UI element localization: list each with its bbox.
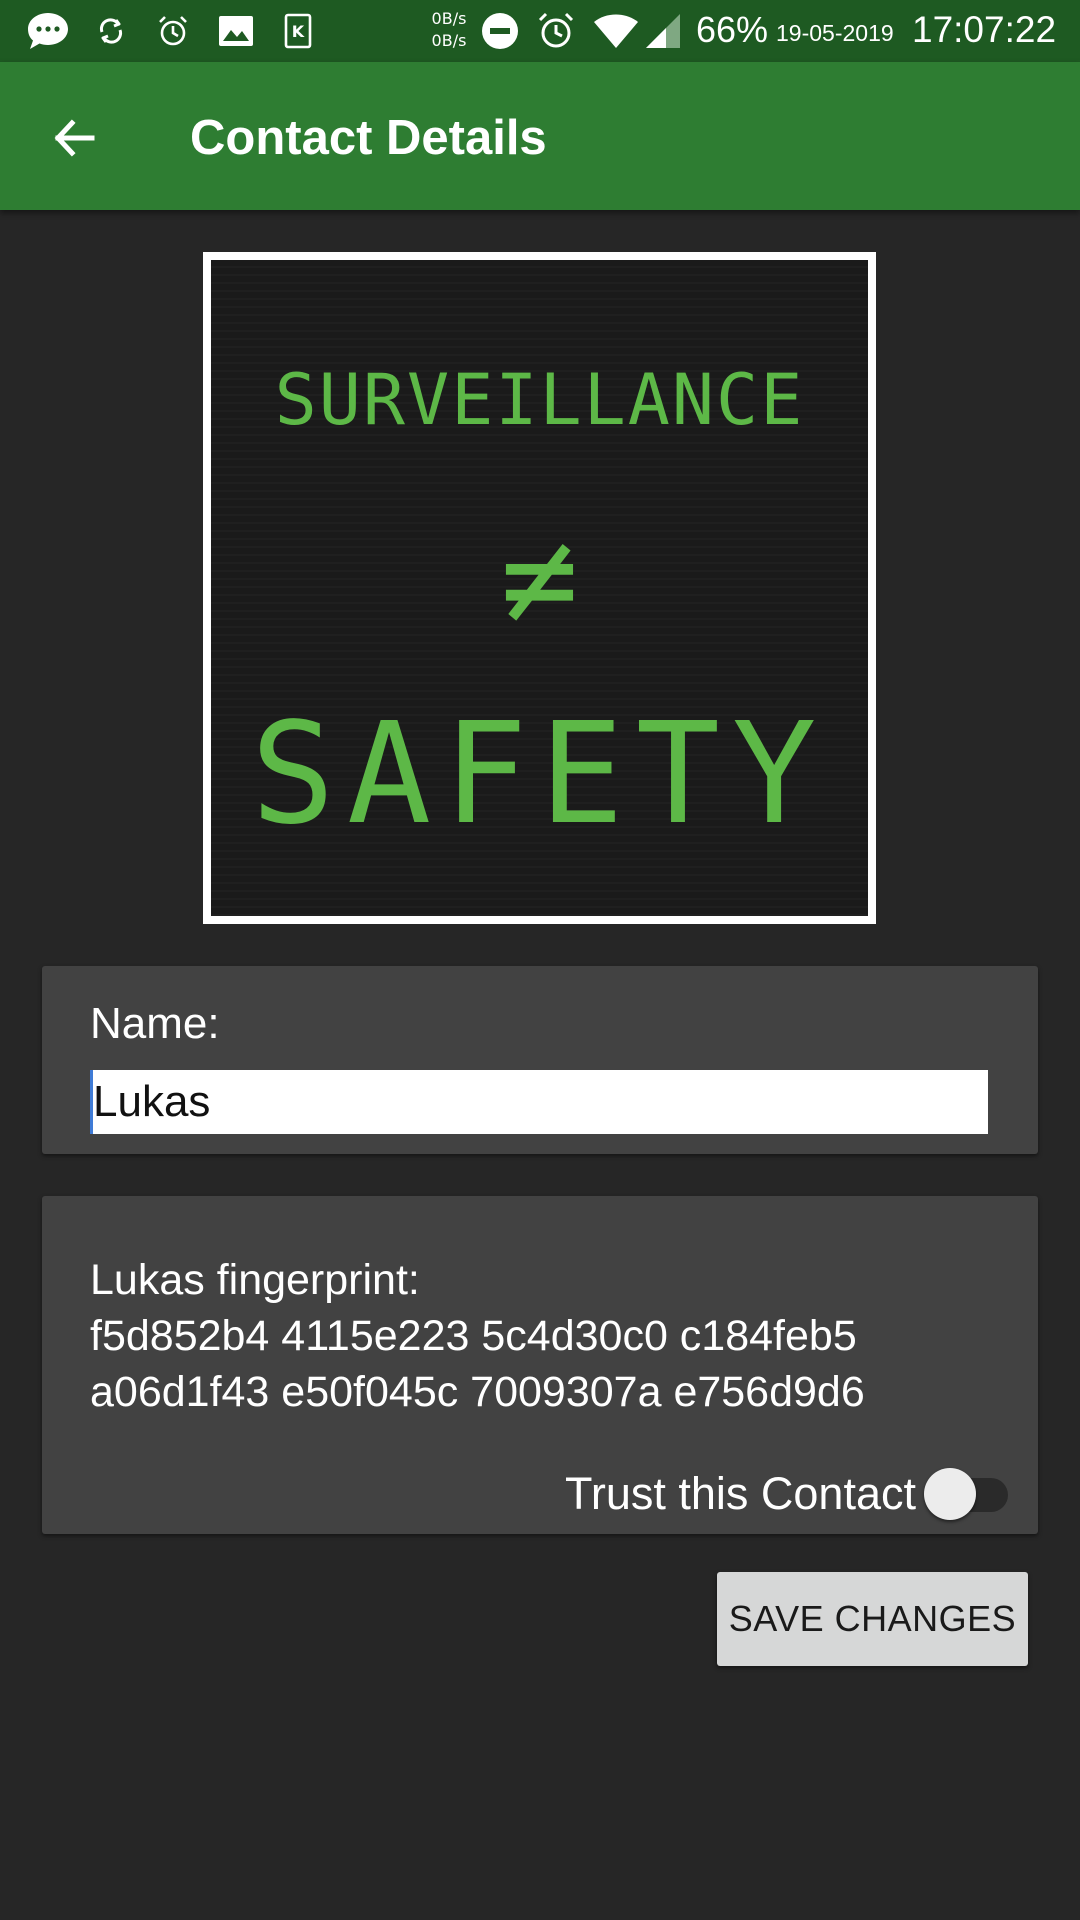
arrow-back-icon [54, 119, 95, 157]
name-card: Name: [42, 966, 1038, 1154]
avatar-image: SURVEILLANCE ≠ SAFETY [211, 260, 868, 916]
sync-icon [96, 16, 126, 46]
fingerprint-line-2: a06d1f43 e50f045c 7009307a e756d9d6 [90, 1368, 865, 1416]
app-bar: Contact Details [0, 62, 1080, 210]
network-speed: 0B/s 0B/s [425, 8, 473, 52]
fingerprint-label: Lukas fingerprint: [90, 1256, 420, 1304]
image-icon [218, 15, 254, 47]
signal-icon [644, 12, 682, 50]
svg-text:K: K [292, 22, 305, 41]
fingerprint-card: Lukas fingerprint: f5d852b4 4115e223 5c4d… [42, 1196, 1038, 1534]
name-input[interactable] [90, 1070, 988, 1134]
network-up-speed: 0B/s [431, 9, 467, 28]
contact-avatar[interactable]: SURVEILLANCE ≠ SAFETY [203, 252, 876, 924]
fingerprint-line-1: f5d852b4 4115e223 5c4d30c0 c184feb5 [90, 1312, 857, 1360]
avatar-text-line1: SURVEILLANCE [274, 359, 805, 441]
network-down-speed: 0B/s [431, 31, 467, 50]
avatar-text-line3: SAFETY [250, 693, 829, 856]
wifi-icon [592, 12, 640, 50]
status-bar: K 0B/s 0B/s 66% 19-05-2019 17:07:22 [0, 0, 1080, 62]
save-changes-button[interactable]: SAVE CHANGES [717, 1572, 1028, 1666]
chat-bubble-icon [26, 11, 70, 51]
status-time: 17:07:22 [912, 9, 1057, 50]
do-not-disturb-icon [480, 11, 520, 51]
page-title: Contact Details [190, 111, 547, 165]
trust-contact-label: Trust this Contact [565, 1468, 916, 1519]
alarm-icon [156, 14, 190, 48]
back-button[interactable] [34, 98, 114, 178]
status-date: 19-05-2019 [776, 20, 894, 46]
toggle-thumb [924, 1468, 976, 1520]
trust-row: Trust this Contact [565, 1466, 1008, 1522]
name-label: Name: [90, 999, 220, 1048]
battery-level: 66% [696, 9, 769, 50]
trust-contact-toggle[interactable] [924, 1466, 1008, 1522]
alarm-icon [536, 11, 576, 51]
k-app-icon: K [284, 13, 312, 49]
avatar-text-line2: ≠ [500, 502, 579, 654]
fingerprint-text: Lukas fingerprint: f5d852b4 4115e223 5c4d… [90, 1252, 1010, 1420]
